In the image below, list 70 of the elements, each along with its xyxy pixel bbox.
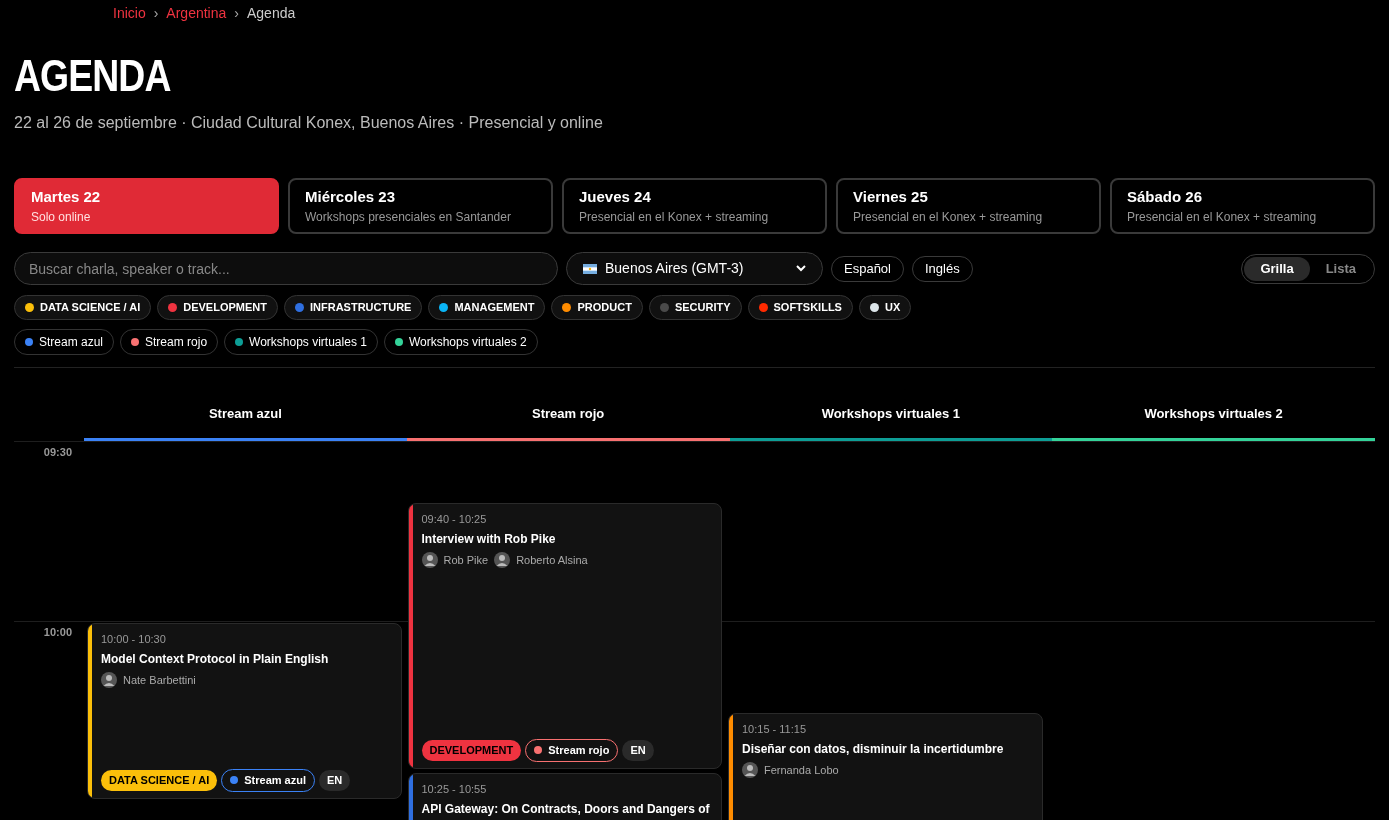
time-label: 10:00: [42, 624, 72, 640]
day-note: Workshops presenciales en Santander: [305, 209, 512, 227]
track-filter[interactable]: MANAGEMENT: [428, 295, 546, 320]
speaker-name: Nate Barbettini: [123, 673, 196, 688]
speaker-name: Roberto Alsina: [516, 553, 588, 568]
avatar-icon: [494, 552, 511, 569]
stream-filter[interactable]: Stream rojo: [120, 329, 219, 355]
track-filter[interactable]: UX: [858, 295, 912, 320]
timezone-select[interactable]: Buenos Aires (GMT-3): [566, 252, 823, 285]
session-card[interactable]: 09:40 - 10:25 Interview with Rob Pike Rob Pike Roberto Alsina DEVELOPMENT Stream rojo EN: [407, 502, 722, 769]
page-title: AGENDA: [14, 51, 172, 101]
search-field[interactable]: Buscar charla, speaker o track...: [14, 252, 558, 285]
session-title: Model Context Protocol in Plain English: [101, 651, 330, 668]
column-header: Workshops virtuales 2: [1052, 404, 1375, 441]
session-time: 09:40 - 10:25: [421, 511, 488, 527]
breadcrumb-separator: ›: [234, 4, 239, 23]
day-note: Presencial en el Konex + streaming: [579, 209, 770, 227]
session-title: API Gateway: On Contracts, Doors and Dangers of: [421, 801, 711, 818]
view-option[interactable]: Lista: [1309, 256, 1372, 281]
day-tab[interactable]: Viernes 25 Presencial en el Konex + streaming: [836, 178, 1101, 234]
view-option[interactable]: Grilla: [1244, 256, 1310, 281]
page-subtitle: 22 al 26 de septiembre · Ciudad Cultural Konex, Buenos Aires · Presencial y online: [14, 113, 604, 133]
session-card[interactable]: 10:15 - 11:15 Diseñar con datos, disminuir la incertidumbre Fernanda Lobo: [728, 712, 1043, 820]
track-filter[interactable]: SOFTSKILLS: [747, 295, 853, 320]
breadcrumb-link[interactable]: Argentina: [166, 3, 227, 24]
session-time: 10:15 - 11:15: [742, 721, 807, 737]
avatar-icon: [421, 552, 438, 569]
session-card[interactable]: 10:25 - 10:55 API Gateway: On Contracts, Doors and Dangers of: [407, 772, 722, 820]
track-filter[interactable]: INFRASTRUCTURE: [283, 295, 423, 320]
day-tab[interactable]: Miércoles 23 Workshops presenciales en Santander: [288, 178, 553, 234]
session-title: Diseñar con datos, disminuir la incertidumbre: [742, 741, 1005, 758]
speaker-name: Rob Pike: [443, 553, 489, 568]
breadcrumb-current: Agenda: [246, 4, 296, 23]
breadcrumb-link[interactable]: Inicio: [113, 3, 146, 24]
day-tab[interactable]: Jueves 24 Presencial en el Konex + streaming: [562, 178, 827, 234]
stream-filter[interactable]: Stream azul: [14, 329, 115, 355]
day-tab[interactable]: Martes 22 Solo online: [14, 178, 279, 234]
time-label: 09:30: [42, 444, 72, 460]
session-title: Interview with Rob Pike: [421, 531, 557, 548]
column-header: Workshops virtuales 1: [729, 404, 1053, 441]
column-header: Stream rojo: [406, 404, 730, 441]
track-tag: DEVELOPMENT: [421, 740, 522, 761]
day-label: Miércoles 23: [305, 186, 397, 207]
session-time: 10:00 - 10:30: [101, 631, 167, 647]
stream-filter[interactable]: Workshops virtuales 1: [224, 329, 378, 355]
avatar-icon: [101, 672, 117, 689]
track-filter[interactable]: PRODUCT: [551, 295, 643, 320]
stream-filter[interactable]: Workshops virtuales 2: [383, 329, 538, 355]
day-note: Presencial en el Konex + streaming: [1127, 209, 1318, 227]
day-label: Sábado 26: [1127, 186, 1204, 207]
day-note: Solo online: [31, 209, 92, 227]
breadcrumb-separator: ›: [153, 4, 159, 23]
chevron-down-icon: [796, 265, 806, 272]
avatar-icon: [742, 762, 758, 779]
track-filter[interactable]: SECURITY: [648, 295, 742, 320]
track-filter[interactable]: DATA SCIENCE / AI: [14, 295, 152, 320]
column-header: Stream azul: [84, 404, 407, 441]
flag-icon: [583, 263, 597, 274]
track-filter[interactable]: DEVELOPMENT: [157, 295, 278, 320]
day-note: Presencial en el Konex + streaming: [853, 209, 1044, 227]
speaker-name: Fernanda Lobo: [764, 763, 839, 778]
language-tag: EN: [319, 770, 351, 791]
day-label: Viernes 25: [853, 186, 929, 207]
language-tag: EN: [622, 740, 654, 761]
track-tag: DATA SCIENCE / AI: [101, 770, 218, 791]
day-label: Martes 22: [31, 186, 102, 207]
session-time: 10:25 - 10:55: [421, 781, 488, 797]
day-label: Jueves 24: [579, 186, 652, 207]
session-card[interactable]: 10:00 - 10:30 Model Context Protocol in Plain English Nate Barbettini DATA SCIENCE / AI Stream azul EN: [87, 622, 402, 799]
day-tab[interactable]: Sábado 26 Presencial en el Konex + streaming: [1110, 178, 1375, 234]
